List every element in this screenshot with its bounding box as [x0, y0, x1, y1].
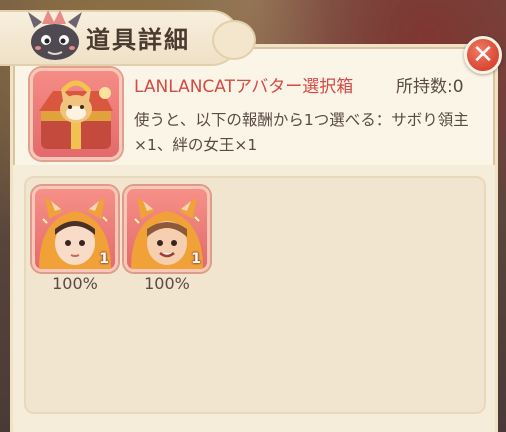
holding-count: 所持数:0	[396, 72, 464, 97]
item-description: 使うと、以下の報酬から1つ選べる：サボり領主×1、絆の女王×1	[134, 111, 469, 154]
reward-count: 1	[191, 251, 201, 267]
item-name: LANLANCATアバター選択箱	[134, 77, 354, 97]
holding-label: 所持数:	[396, 77, 453, 97]
reward-rate: 100%	[52, 274, 98, 293]
reward-item-2[interactable]: 1	[124, 186, 210, 272]
reward-item-1[interactable]: 1	[32, 186, 118, 272]
item-illustration	[39, 80, 113, 149]
close-icon: ✕	[472, 40, 494, 70]
close-button[interactable]: ✕	[464, 36, 502, 74]
dragon-mascot-icon	[28, 10, 82, 60]
holding-value: 0	[452, 77, 464, 97]
reward-count: 1	[99, 251, 109, 267]
reward-rate: 100%	[144, 274, 190, 293]
dialog-title: 道具詳細	[86, 25, 190, 54]
gift-box-cat-icon	[30, 68, 122, 160]
